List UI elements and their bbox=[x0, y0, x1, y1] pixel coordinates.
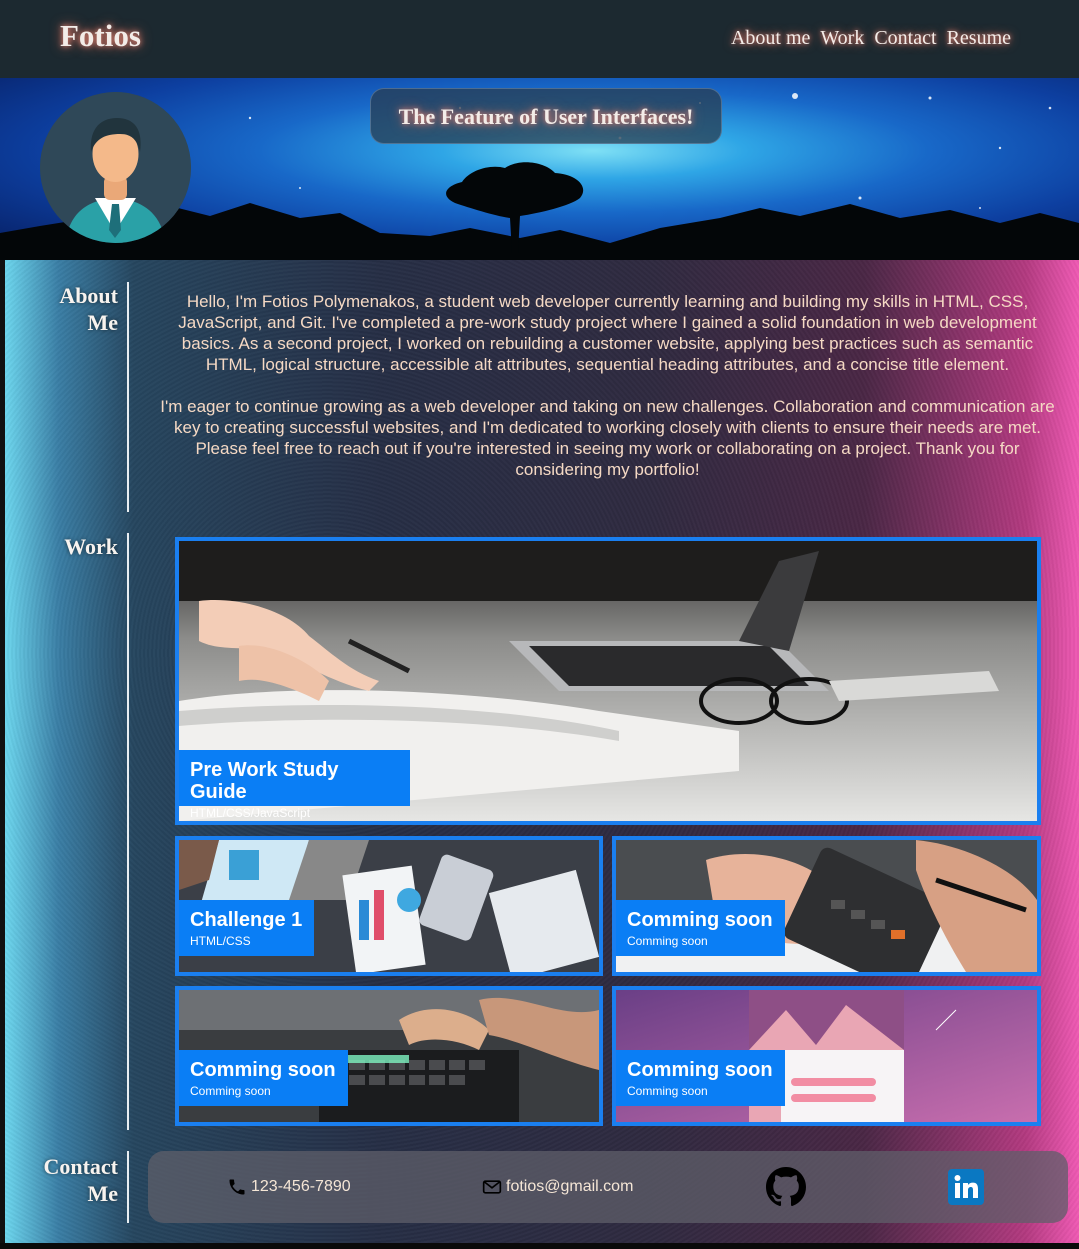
nav-work[interactable]: Work bbox=[820, 27, 864, 50]
work-card-subtitle: HTML/CSS/JavaScript bbox=[190, 806, 311, 820]
work-card-subtitle: HTML/CSS bbox=[190, 934, 251, 948]
site-header: Fotios About me Work Contact Resume bbox=[0, 0, 1079, 78]
work-card-label: Comming soon Comming soon bbox=[179, 1050, 348, 1106]
about-text: Hello, I'm Fotios Polymenakos, a student… bbox=[160, 291, 1055, 480]
email-link[interactable]: fotios@gmail.com bbox=[482, 1177, 633, 1197]
work-card-title: Comming soon bbox=[627, 1059, 773, 1081]
about-divider bbox=[127, 282, 129, 512]
contact-divider bbox=[127, 1151, 129, 1223]
nav-resume[interactable]: Resume bbox=[947, 27, 1011, 50]
hero-title: The Feature of User Interfaces! bbox=[370, 88, 722, 144]
work-card-title: Comming soon bbox=[190, 1059, 336, 1081]
about-paragraph-2: I'm eager to continue growing as a web d… bbox=[160, 397, 1055, 479]
businessman-avatar-icon bbox=[40, 92, 191, 243]
linkedin-link[interactable] bbox=[948, 1169, 984, 1205]
work-card-challenge-1[interactable]: Challenge 1 HTML/CSS bbox=[175, 836, 603, 976]
work-heading: Work bbox=[64, 534, 118, 559]
contact-heading-line2: Me bbox=[87, 1181, 118, 1206]
work-card-coming-soon-3[interactable]: Comming soon Comming soon bbox=[612, 986, 1041, 1126]
about-heading-line2: Me bbox=[87, 310, 118, 335]
phone-link[interactable]: 123-456-7890 bbox=[227, 1177, 351, 1197]
work-card-title: Pre Work Study Guide bbox=[190, 759, 339, 803]
work-card-coming-soon-2[interactable]: Comming soon Comming soon bbox=[175, 986, 603, 1126]
phone-icon bbox=[229, 1179, 245, 1195]
github-icon bbox=[766, 1167, 806, 1207]
hero-banner: The Feature of User Interfaces! bbox=[0, 78, 1079, 260]
page-bottom-bar bbox=[0, 1243, 1079, 1249]
contact-heading-line1: Contact bbox=[43, 1154, 118, 1179]
profile-avatar bbox=[40, 92, 191, 243]
email-address: fotios@gmail.com bbox=[506, 1178, 634, 1195]
work-card-label: Challenge 1 HTML/CSS bbox=[179, 900, 314, 956]
work-card-label: Pre Work Study Guide HTML/CSS/JavaScript bbox=[179, 750, 410, 820]
work-card-coming-soon-1[interactable]: Comming soon Comming soon bbox=[612, 836, 1041, 976]
site-logo[interactable]: Fotios bbox=[60, 18, 141, 54]
phone-number: 123-456-7890 bbox=[251, 1178, 351, 1195]
work-card-prework[interactable]: Pre Work Study Guide HTML/CSS/JavaScript bbox=[175, 537, 1041, 825]
mail-icon bbox=[482, 1180, 502, 1194]
work-card-subtitle: Comming soon bbox=[627, 934, 708, 948]
github-link[interactable] bbox=[766, 1167, 806, 1207]
main-nav: About me Work Contact Resume bbox=[731, 27, 1011, 50]
work-card-title: Comming soon bbox=[627, 909, 773, 931]
work-card-label: Comming soon Comming soon bbox=[616, 900, 785, 956]
about-heading-line1: About bbox=[59, 283, 118, 308]
linkedin-icon bbox=[948, 1169, 984, 1205]
work-card-label: Comming soon Comming soon bbox=[616, 1050, 785, 1106]
nav-contact[interactable]: Contact bbox=[874, 27, 936, 50]
nav-about-me[interactable]: About me bbox=[731, 27, 810, 50]
contact-me-heading: Contact Me bbox=[20, 1153, 118, 1207]
about-me-heading: About Me bbox=[40, 282, 118, 336]
about-paragraph-1: Hello, I'm Fotios Polymenakos, a student… bbox=[178, 292, 1037, 374]
work-card-subtitle: Comming soon bbox=[190, 1084, 271, 1098]
work-card-subtitle: Comming soon bbox=[627, 1084, 708, 1098]
work-card-title: Challenge 1 bbox=[190, 909, 303, 931]
work-divider bbox=[127, 533, 129, 1130]
contact-bar: 123-456-7890 fotios@gmail.com bbox=[148, 1151, 1068, 1223]
